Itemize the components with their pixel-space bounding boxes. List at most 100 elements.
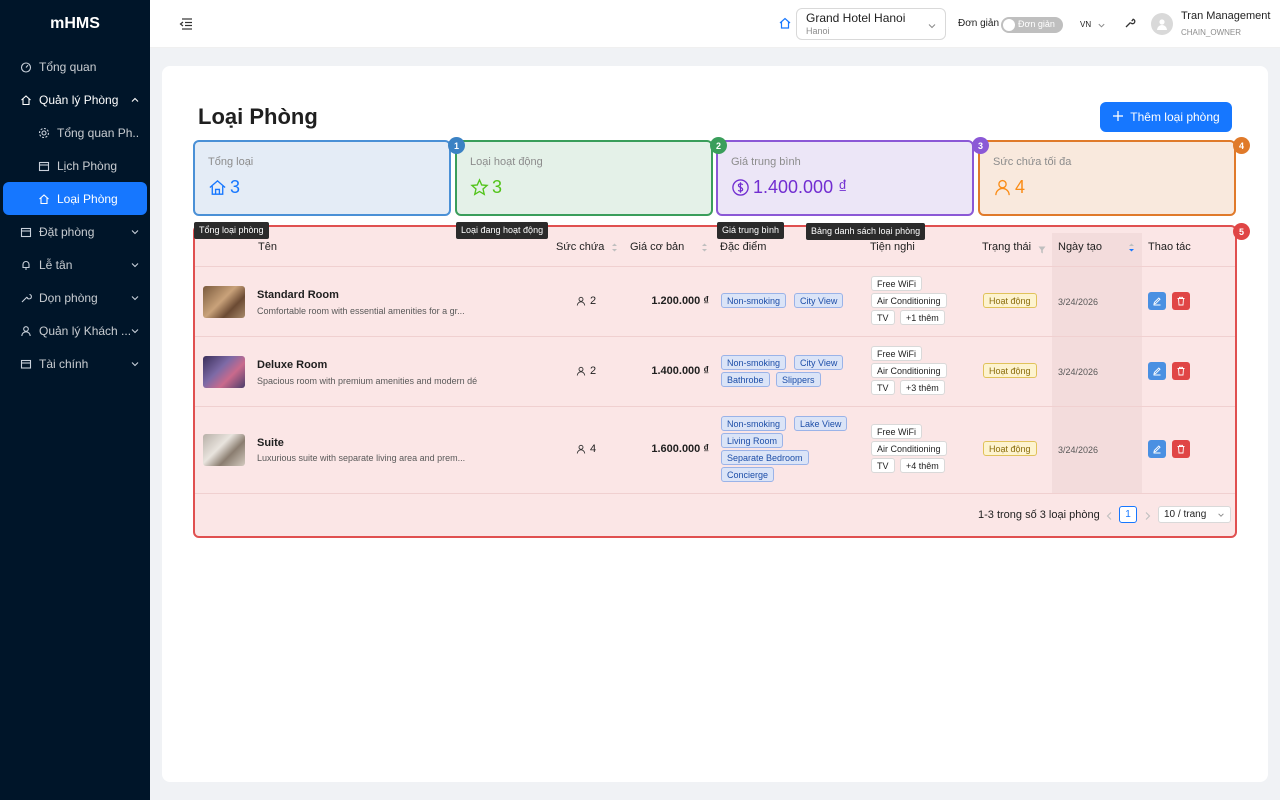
room-thumbnail — [203, 356, 245, 388]
sidebar-item-label: Tổng quan Ph... — [57, 125, 140, 140]
star-icon — [470, 178, 489, 196]
chevron-down-icon — [130, 359, 140, 369]
badge-1: 1 — [448, 137, 465, 154]
user-name[interactable]: Tran Management — [1181, 10, 1270, 22]
table-row[interactable]: Deluxe Room Spacious room with premium a… — [195, 337, 1235, 407]
trash-icon — [1177, 366, 1185, 376]
hotel-selector[interactable]: Grand Hotel Hanoi Hanoi — [796, 8, 946, 40]
col-status[interactable]: Trạng thái — [982, 241, 1031, 253]
delete-button[interactable] — [1172, 362, 1190, 380]
sidebar-item-finance[interactable]: Tài chính — [0, 347, 150, 380]
user-icon — [1157, 19, 1167, 30]
page-size-select[interactable]: 10 / trang — [1158, 506, 1231, 523]
prev-page-icon[interactable] — [1105, 510, 1114, 520]
sidebar-item-label: Quản lý Phòng — [39, 92, 119, 107]
overlay-tag-avg-price: Giá trung bình — [717, 222, 785, 239]
menu-fold-icon[interactable] — [178, 17, 194, 31]
col-price[interactable]: Giá cơ bản — [630, 241, 684, 253]
sidebar-item-room-overview[interactable]: Tổng quan Ph... — [0, 116, 150, 149]
amenity-tag: Air Conditioning — [871, 441, 947, 456]
sidebar-item-reception[interactable]: Lễ tân — [0, 248, 150, 281]
col-created[interactable]: Ngày tạo — [1058, 241, 1102, 253]
wallet-icon — [20, 358, 32, 370]
col-name[interactable]: Tên — [258, 241, 277, 253]
stat-value: 3 — [230, 177, 241, 197]
chevron-down-icon — [130, 227, 140, 237]
room-price: 1.400.000 ₫ — [651, 365, 709, 377]
room-capacity: 2 — [576, 365, 596, 377]
stat-label: Loại hoạt động — [470, 156, 543, 168]
more-amenities-tag[interactable]: +3 thêm — [900, 380, 945, 395]
edit-icon — [1153, 367, 1161, 376]
sidebar-item-label: Dọn phòng — [39, 290, 98, 305]
chevron-down-icon — [130, 293, 140, 303]
stat-max-capacity: Sức chứa tối đa 4 — [978, 140, 1236, 216]
delete-button[interactable] — [1172, 292, 1190, 310]
home-icon[interactable] — [778, 16, 792, 30]
more-amenities-tag[interactable]: +4 thêm — [900, 458, 945, 473]
home-icon — [20, 94, 32, 106]
user-icon — [20, 325, 32, 337]
col-features: Đặc điểm — [720, 241, 767, 253]
sidebar-item-housekeeping[interactable]: Dọn phòng — [0, 281, 150, 314]
feature-tag: Bathrobe — [721, 372, 770, 387]
sidebar-item-room-types[interactable]: Loại Phòng — [3, 182, 147, 215]
sidebar-item-room-management[interactable]: Quản lý Phòng — [0, 83, 150, 116]
edit-button[interactable] — [1148, 362, 1166, 380]
amenity-tag: TV — [871, 380, 895, 395]
room-description: Luxurious suite with separate living are… — [257, 453, 466, 463]
add-room-type-button[interactable]: Thêm loại phòng — [1100, 102, 1232, 132]
feature-tag: Non-smoking — [721, 355, 787, 370]
simple-mode-switch[interactable]: Đơn giản — [1001, 17, 1063, 33]
home-icon — [209, 179, 226, 195]
language-selector[interactable]: VN — [1080, 20, 1091, 29]
sidebar-item-guests[interactable]: Quản lý Khách ... — [0, 314, 150, 347]
wrench-icon[interactable] — [1124, 17, 1136, 29]
col-capacity[interactable]: Sức chứa — [556, 241, 604, 253]
sidebar-item-overview[interactable]: Tổng quan — [0, 50, 150, 83]
edit-button[interactable] — [1148, 292, 1166, 310]
chevron-up-icon — [130, 95, 140, 105]
badge-5: 5 — [1233, 223, 1250, 240]
sort-icon[interactable] — [701, 242, 708, 253]
table-row[interactable]: Suite Luxurious suite with separate livi… — [195, 407, 1235, 494]
switch-text: Đơn giản — [1018, 19, 1055, 29]
sidebar-item-booking[interactable]: Đặt phòng — [0, 215, 150, 248]
sidebar-item-label: Đặt phòng — [39, 224, 95, 239]
amenity-tag: Air Conditioning — [871, 293, 947, 308]
sort-icon[interactable] — [611, 242, 618, 253]
filter-icon[interactable] — [1038, 243, 1046, 254]
badge-4: 4 — [1233, 137, 1250, 154]
table-row[interactable]: Standard Room Comfortable room with esse… — [195, 267, 1235, 337]
capacity-value: 4 — [590, 443, 597, 455]
delete-button[interactable] — [1172, 440, 1190, 458]
amenity-tag: Air Conditioning — [871, 363, 947, 378]
room-capacity: 4 — [576, 443, 596, 455]
home-icon — [38, 193, 50, 205]
add-room-type-label: Thêm loại phòng — [1130, 110, 1220, 124]
sidebar-item-label: Tài chính — [39, 356, 89, 371]
next-page-icon[interactable] — [1143, 510, 1152, 520]
edit-button[interactable] — [1148, 440, 1166, 458]
trash-icon — [1177, 444, 1185, 454]
app-logo[interactable]: mHMS — [0, 0, 150, 48]
status-badge: Hoạt động — [983, 293, 1037, 308]
mode-label: Đơn giản — [958, 18, 1000, 29]
feature-tag: Lake View — [794, 416, 848, 431]
feature-tag: City View — [794, 355, 844, 370]
sidebar-item-room-calendar[interactable]: Lịch Phòng — [0, 149, 150, 182]
page-number[interactable]: 1 — [1119, 506, 1137, 523]
sort-icon[interactable] — [1128, 242, 1135, 253]
room-description: Comfortable room with essential amenitie… — [257, 306, 465, 316]
badge-3: 3 — [972, 137, 989, 154]
sidebar-item-label: Lễ tân — [39, 257, 73, 272]
sidebar-item-label: Loại Phòng — [57, 191, 118, 206]
created-date: 3/24/2026 — [1058, 367, 1099, 377]
stat-value: 1.400.000 ₫ — [753, 177, 848, 197]
avatar[interactable] — [1151, 13, 1173, 35]
edit-icon — [1153, 445, 1161, 454]
top-header: Grand Hotel Hanoi Hanoi Đơn giản Đơn giả… — [150, 0, 1280, 48]
capacity-value: 2 — [590, 295, 597, 307]
chevron-down-icon — [1097, 19, 1106, 28]
more-amenities-tag[interactable]: +1 thêm — [900, 310, 945, 325]
